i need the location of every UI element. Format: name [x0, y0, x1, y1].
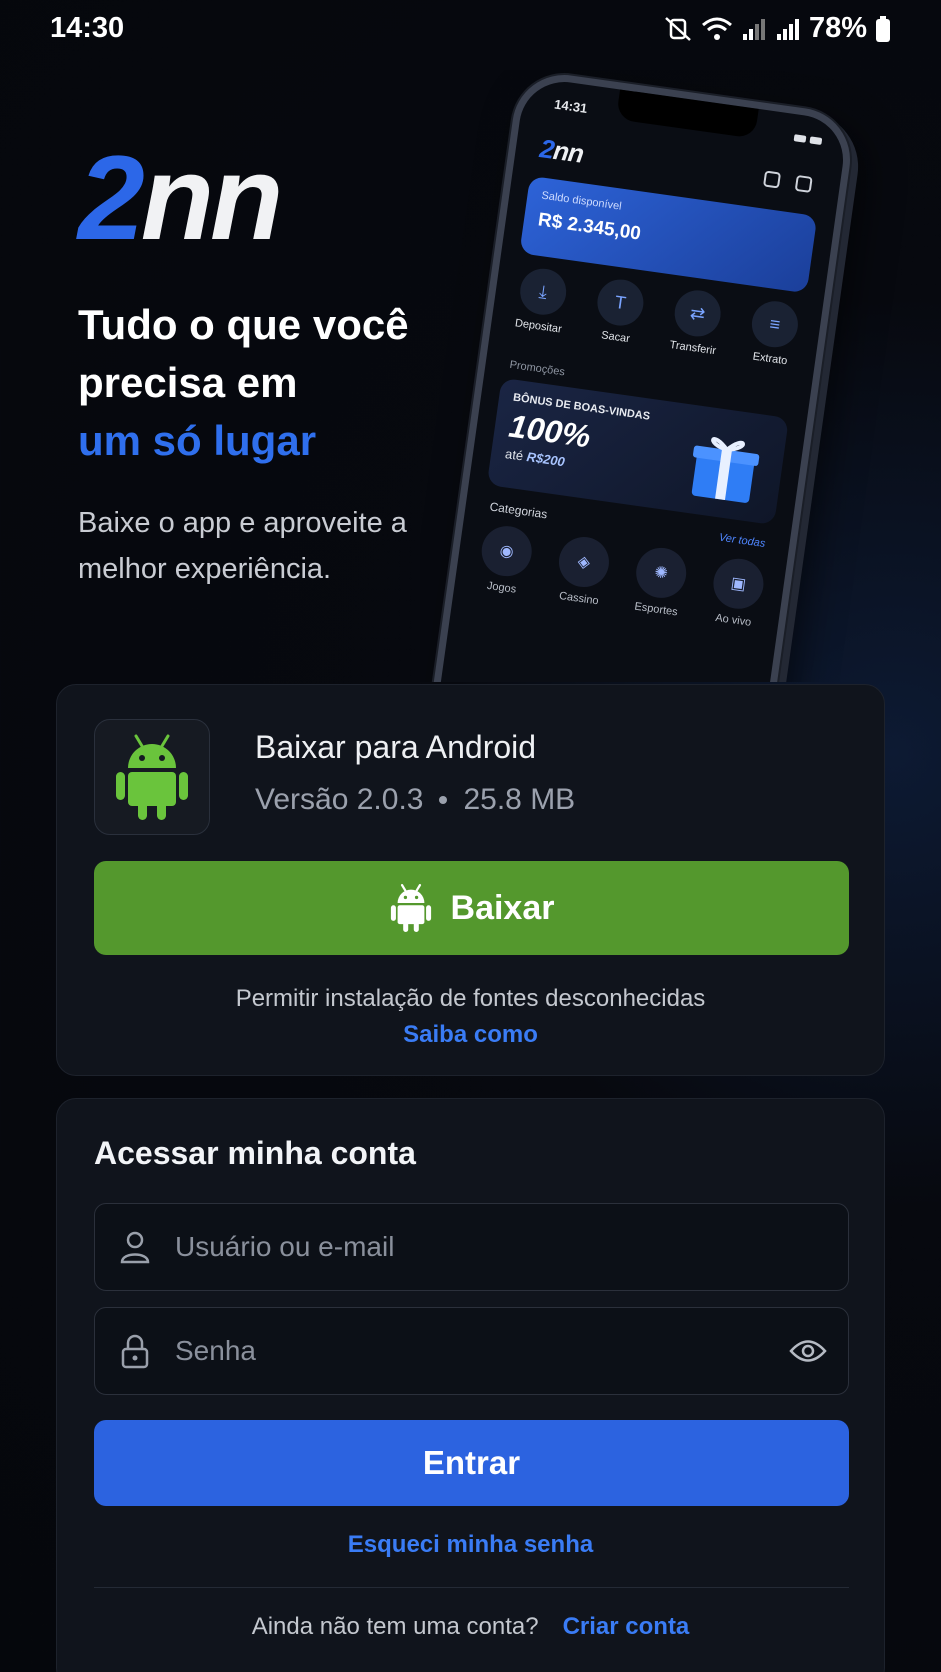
transfer-icon: ⇄ [671, 287, 724, 340]
download-card: Baixar para Android Versão 2.0.3 25.8 MB… [56, 684, 885, 1076]
deposit-icon: ⤓ [517, 265, 570, 318]
withdraw-icon: T [594, 276, 647, 329]
signup-row: Ainda não tem uma conta? Criar conta [57, 1613, 884, 1641]
download-meta: Versão 2.0.3 25.8 MB [255, 783, 575, 817]
phone-category: ✺ Esportes [623, 544, 698, 621]
mute-vibrate-icon [663, 15, 693, 43]
phone-action: ⇄ Transferir [659, 286, 733, 359]
hero-headline: Tudo o que você precisa em um só lugar [78, 296, 478, 470]
phone-action: T Sacar [582, 275, 656, 348]
hero-subtitle: Baixe o app e aproveite a melhor experiê… [78, 507, 407, 585]
lock-icon [95, 1333, 175, 1369]
show-password-icon[interactable] [768, 1338, 848, 1364]
logo-part-nn: nn [140, 131, 284, 265]
phone-category: ▣ Ao vivo [700, 554, 775, 631]
forgot-password-link[interactable]: Esqueci minha senha [57, 1531, 884, 1559]
live-icon: ▣ [710, 555, 767, 612]
battery-icon [875, 15, 891, 43]
android-icon [390, 884, 431, 932]
username-input[interactable] [175, 1231, 848, 1263]
login-card: Acessar minha conta Entrar Esqueci minha… [56, 1098, 885, 1672]
phone-promo-banner: BÔNUS DE BOAS-VINDAS 100% até R$200 [486, 377, 789, 526]
gamepad-icon: ◉ [478, 522, 535, 580]
phone-logo: 2nn [538, 133, 586, 169]
password-input[interactable] [175, 1335, 768, 1367]
password-field[interactable] [94, 1307, 849, 1395]
app-size: 25.8 MB [463, 783, 576, 816]
hero-accent: um só lugar [78, 417, 317, 464]
app-version: Versão 2.0.3 [255, 783, 424, 816]
phone-action: ≡ Extrato [737, 297, 811, 370]
statement-icon: ≡ [748, 298, 801, 351]
hero-line-2: precisa em [78, 359, 298, 406]
android-icon [116, 734, 188, 820]
login-button[interactable]: Entrar [94, 1420, 849, 1506]
phone-notification-icon [794, 174, 813, 193]
phone-system-icons [793, 134, 823, 145]
learn-how-link[interactable]: Saiba como [57, 1021, 884, 1049]
wifi-icon [701, 16, 733, 42]
download-title: Baixar para Android [255, 729, 537, 765]
phone-category: ◉ Jogos [468, 522, 543, 599]
unknown-sources-note: Permitir instalação de fontes desconheci… [235, 985, 706, 1012]
phone-frame: 14:31 2nn Saldo disponível R$ 2.345,00 ⤓… [425, 70, 857, 682]
phone-time: 14:31 [553, 96, 589, 117]
user-icon [95, 1230, 175, 1264]
phone-notch [615, 89, 759, 139]
signal-icon [741, 16, 767, 42]
hero-line-1: Tudo o que você [78, 301, 409, 348]
username-field[interactable] [94, 1203, 849, 1291]
divider [94, 1587, 849, 1588]
status-icons: 78% [663, 12, 891, 45]
phone-chat-icon [762, 170, 782, 189]
gift-icon [691, 437, 760, 503]
phone-action: ⤓ Depositar [505, 264, 579, 337]
phone-category: ◈ Cassino [545, 533, 620, 610]
download-button-label: Baixar [450, 888, 555, 927]
logo-part-2: 2 [78, 131, 145, 265]
signal-icon [775, 16, 801, 42]
download-button[interactable]: Baixar [94, 861, 849, 955]
phone-promo-section: Promoções [508, 358, 566, 379]
status-bar: 14:30 78% [0, 0, 941, 56]
login-title: Acessar minha conta [94, 1135, 416, 1171]
phone-categories-link: Ver todas [718, 531, 767, 551]
brand-logo: 2 nn [78, 131, 284, 265]
separator-dot [439, 796, 448, 804]
no-account-text: Ainda não tem uma conta? [251, 1613, 539, 1640]
status-time: 14:30 [50, 12, 125, 44]
chip-icon: ◈ [555, 533, 613, 591]
phone-categories-title: Categorias [488, 499, 549, 522]
android-app-icon [94, 719, 210, 835]
battery-percentage: 78% [808, 12, 867, 44]
ball-icon: ✺ [632, 544, 690, 602]
create-account-link[interactable]: Criar conta [563, 1613, 690, 1640]
phone-mockup: 14:31 2nn Saldo disponível R$ 2.345,00 ⤓… [420, 70, 940, 682]
